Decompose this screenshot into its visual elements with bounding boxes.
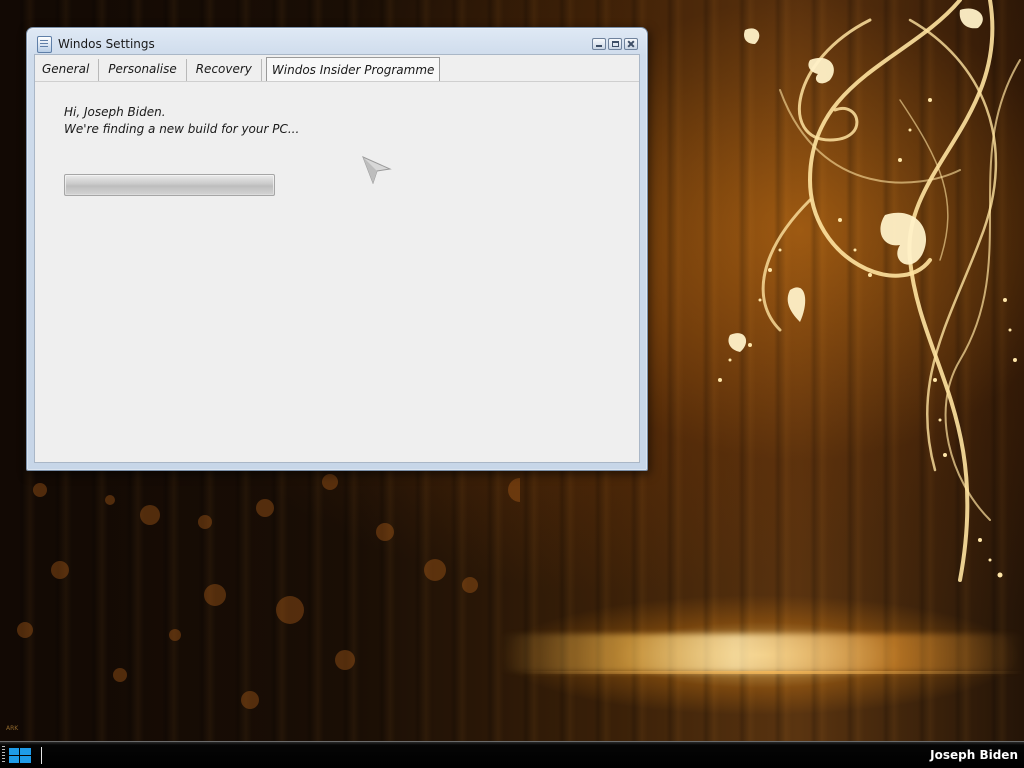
wallpaper-credit: ARK (6, 725, 19, 732)
taskbar: Joseph Biden (0, 741, 1024, 768)
taskbar-separator (41, 747, 42, 764)
tab-divider (35, 81, 639, 82)
windows-logo-icon[interactable] (8, 747, 32, 764)
mouse-cursor-icon (362, 156, 392, 184)
greeting-text: Hi, Joseph Biden. (64, 105, 166, 119)
status-text: We're finding a new build for your PC... (64, 122, 300, 136)
tab-windos-insider-programme[interactable]: Windos Insider Programme (265, 57, 441, 82)
tab-strip: General Personalise Recovery Windos Insi… (36, 57, 441, 82)
maximize-button[interactable] (608, 38, 622, 50)
tab-general[interactable]: General (36, 59, 100, 81)
build-search-progress-bar (64, 174, 275, 196)
progress-bar-fill (66, 176, 273, 194)
tab-recovery[interactable]: Recovery (187, 59, 262, 81)
window-title: Windos Settings (58, 37, 155, 51)
window-client-area: General Personalise Recovery Windos Insi… (34, 54, 640, 463)
minimize-button[interactable] (592, 38, 606, 50)
wallpaper-light-band (500, 634, 1024, 672)
tab-personalise[interactable]: Personalise (99, 59, 187, 81)
close-button[interactable] (624, 38, 638, 50)
caption-buttons (592, 38, 638, 52)
wallpaper-bokeh (17, 474, 520, 709)
taskbar-grip[interactable] (2, 746, 5, 764)
settings-app-icon (37, 36, 52, 53)
insider-panel: Hi, Joseph Biden. We're finding a new bu… (64, 104, 299, 138)
wallpaper-ornament (718, 0, 1021, 582)
window-titlebar[interactable]: Windos Settings (27, 28, 647, 56)
settings-window[interactable]: Windos Settings General Personalise Reco… (26, 27, 648, 471)
taskbar-user-name[interactable]: Joseph Biden (930, 748, 1018, 762)
wallpaper-light-line (520, 671, 1024, 674)
